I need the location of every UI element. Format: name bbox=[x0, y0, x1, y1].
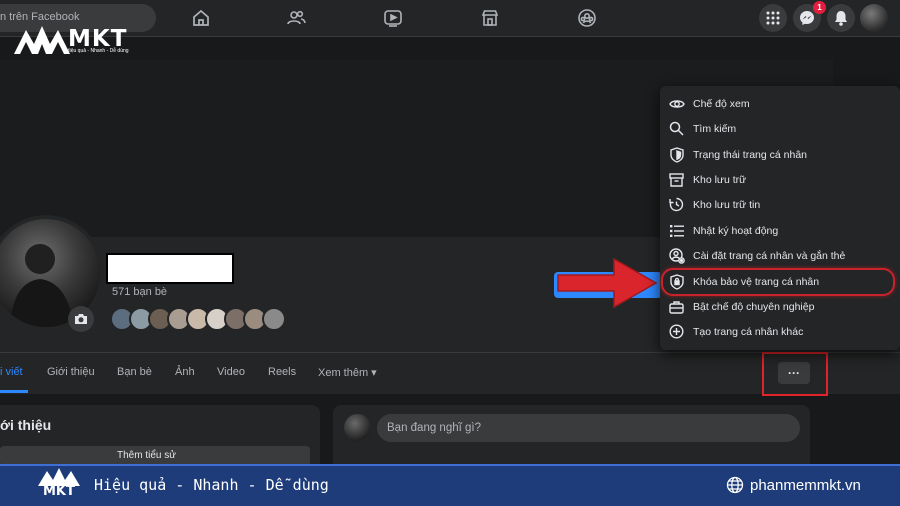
menu-item-label: Nhật ký hoạt động bbox=[693, 224, 779, 237]
menu-item-label: Tìm kiếm bbox=[693, 122, 737, 135]
menu-item-label: Tạo trang cá nhân khác bbox=[693, 325, 804, 338]
banner-slogan: Hiệu quả - Nhanh - Dễ dùng bbox=[94, 476, 329, 494]
plus-circle-icon bbox=[668, 323, 685, 340]
tab-photos[interactable]: Ảnh bbox=[175, 366, 195, 378]
profile-name-redacted bbox=[106, 253, 234, 284]
composer-placeholder: Bạn đang nghĩ gì? bbox=[387, 422, 481, 434]
notifications-button[interactable] bbox=[827, 4, 855, 32]
story-archive-icon bbox=[668, 196, 685, 213]
menu-item-label: Kho lưu trữ tin bbox=[693, 198, 761, 211]
tab-video[interactable]: Video bbox=[217, 366, 245, 378]
messenger-badge: 1 bbox=[813, 1, 826, 14]
menu-grid-button[interactable] bbox=[759, 4, 787, 32]
eye-icon bbox=[668, 95, 685, 112]
menu-item-professional-mode[interactable]: Bật chế độ chuyên nghiệp bbox=[666, 295, 894, 318]
messenger-icon bbox=[800, 11, 814, 25]
more-button-highlight bbox=[762, 352, 828, 396]
red-arrow-annotation bbox=[557, 257, 658, 309]
menu-item-profile-tag-settings[interactable]: Cài đặt trang cá nhân và gắn thẻ bbox=[666, 244, 894, 267]
globe-icon bbox=[726, 476, 744, 494]
groups-icon[interactable] bbox=[577, 8, 597, 28]
friend-avatar[interactable] bbox=[262, 307, 286, 331]
grid-icon bbox=[766, 11, 780, 25]
change-photo-button[interactable] bbox=[68, 306, 94, 332]
menu-item-archive[interactable]: Kho lưu trữ bbox=[666, 168, 894, 191]
tab-posts[interactable]: i viết bbox=[0, 366, 23, 378]
video-icon[interactable] bbox=[383, 8, 403, 28]
friends-icon[interactable] bbox=[286, 8, 306, 28]
menu-item-label: Trạng thái trang cá nhân bbox=[693, 148, 808, 161]
composer-avatar[interactable] bbox=[344, 414, 371, 441]
tab-reels[interactable]: Reels bbox=[268, 366, 296, 378]
menu-item-create-profile[interactable]: Tạo trang cá nhân khác bbox=[666, 320, 894, 343]
banner-brand: MKT bbox=[43, 484, 75, 499]
menu-item-view-as[interactable]: Chế độ xem bbox=[666, 92, 894, 115]
mkt-logo-icon bbox=[14, 26, 70, 54]
account-avatar[interactable] bbox=[860, 4, 888, 32]
active-tab-indicator bbox=[0, 390, 28, 393]
menu-item-label: Cài đặt trang cá nhân và gắn thẻ bbox=[693, 249, 846, 262]
bell-icon bbox=[835, 11, 847, 26]
profile-settings-icon bbox=[668, 247, 685, 264]
lock-profile-highlight bbox=[661, 268, 895, 296]
menu-item-profile-status[interactable]: Trạng thái trang cá nhân bbox=[666, 143, 894, 166]
top-navigation-bar: n trên Facebook 1 bbox=[0, 0, 900, 37]
briefcase-icon bbox=[668, 298, 685, 315]
menu-item-search[interactable]: Tìm kiếm bbox=[666, 117, 894, 140]
archive-icon bbox=[668, 171, 685, 188]
search-icon bbox=[668, 120, 685, 137]
menu-item-story-archive[interactable]: Kho lưu trữ tin bbox=[666, 193, 894, 216]
marketplace-icon[interactable] bbox=[480, 8, 500, 28]
menu-item-label: Chế độ xem bbox=[693, 97, 750, 110]
tab-about[interactable]: Giới thiệu bbox=[47, 366, 95, 378]
menu-item-label: Kho lưu trữ bbox=[693, 173, 747, 186]
friends-count[interactable]: 571 bạn bè bbox=[112, 286, 167, 298]
list-icon bbox=[668, 222, 685, 239]
banner-website[interactable]: phanmemmkt.vn bbox=[750, 477, 861, 494]
menu-item-label: Bật chế độ chuyên nghiệp bbox=[693, 300, 815, 313]
logo-tagline: Hiệu quả - Nhanh - Dễ dùng bbox=[66, 48, 129, 54]
shield-icon bbox=[668, 146, 685, 163]
facebook-profile-page: n trên Facebook 1 MKT Hiệu quả - Nhanh -… bbox=[0, 0, 900, 506]
add-bio-label: Thêm tiểu sử bbox=[117, 450, 176, 461]
home-icon[interactable] bbox=[191, 8, 211, 28]
messenger-button[interactable]: 1 bbox=[793, 1, 826, 32]
camera-icon bbox=[75, 314, 87, 324]
intro-title: ới thiệu bbox=[0, 417, 52, 433]
menu-item-activity-log[interactable]: Nhật ký hoạt động bbox=[666, 219, 894, 242]
tab-friends[interactable]: Bạn bè bbox=[117, 366, 152, 378]
tab-more[interactable]: Xem thêm ▾ bbox=[318, 366, 377, 379]
